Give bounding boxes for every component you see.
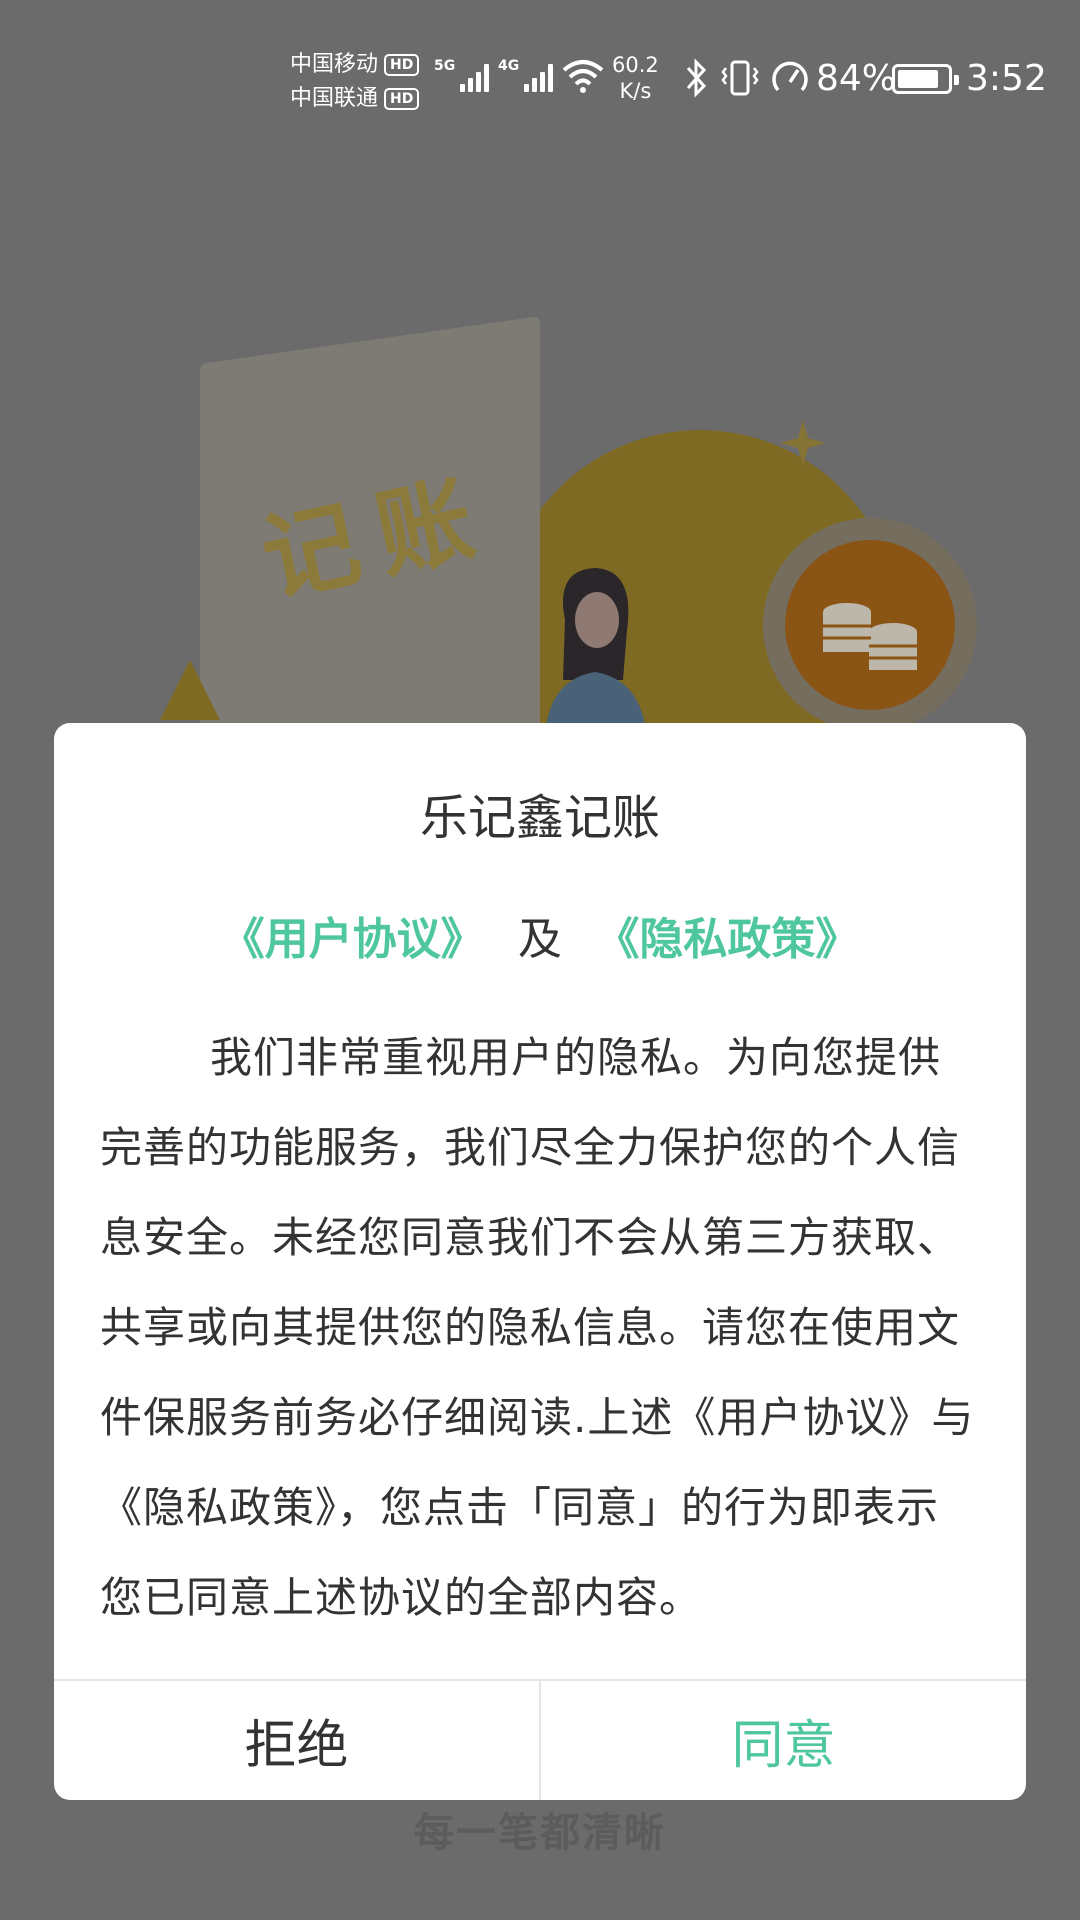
carrier-info: 中国移动 HD 中国联通 HD [290,48,420,116]
battery-fill [898,70,938,88]
status-bar: 中国移动 HD 中国联通 HD 5G 4G 60.2 K/s 84% 3:52 [0,0,1080,160]
signal-4g-icon: 4G [498,58,554,92]
refuse-button[interactable]: 拒绝 [54,1681,539,1800]
coin-icon [785,540,955,710]
bluetooth-icon [686,58,707,98]
dialog-body-text: 我们非常重视用户的隐私。为向您提供完善的功能服务，我们尽全力保护您的个人信息安全… [100,1033,975,1622]
speed-unit: K/s [619,79,652,103]
privacy-dialog: 乐记鑫记账 《用户协议》 及 《隐私政策》 我们非常重视用户的隐私。为向您提供完… [54,723,1026,1800]
speedometer-icon [772,61,808,92]
battery-percent: 84% [816,58,897,99]
vibrate-icon [721,60,759,96]
speed-value: 60.2 [612,53,659,77]
network-type-4g: 4G [498,58,520,74]
dialog-title: 乐记鑫记账 [419,790,660,846]
user-agreement-link[interactable]: 《用户协议》 [221,914,485,965]
clock: 3:52 [966,58,1047,99]
screen: 中国移动 HD 中国联通 HD 5G 4G 60.2 K/s 84% 3:52 … [0,0,1080,1920]
privacy-policy-link[interactable]: 《隐私政策》 [595,914,859,965]
agreement-links: 《用户协议》 及 《隐私政策》 [54,903,1026,967]
illustration-wedge [160,660,220,720]
links-connector: 及 [518,914,562,965]
hd-badge: HD [384,54,420,76]
person-illustration [545,568,647,740]
carrier-line-1: 中国移动 HD [290,48,420,82]
slogan: 每一笔都清晰 [414,1810,666,1856]
carrier-2-name: 中国联通 [290,86,379,111]
battery-icon [892,64,959,94]
sparkle-icon [780,420,826,466]
network-type-5g: 5G [434,58,456,74]
agree-button[interactable]: 同意 [541,1681,1026,1800]
carrier-line-2: 中国联通 HD [290,82,420,116]
signal-5g-icon: 5G [434,58,490,92]
network-speed: 60.2 K/s [612,52,659,104]
hd-badge: HD [384,88,420,110]
carrier-1-name: 中国移动 [290,52,379,77]
wifi-icon [562,60,604,93]
